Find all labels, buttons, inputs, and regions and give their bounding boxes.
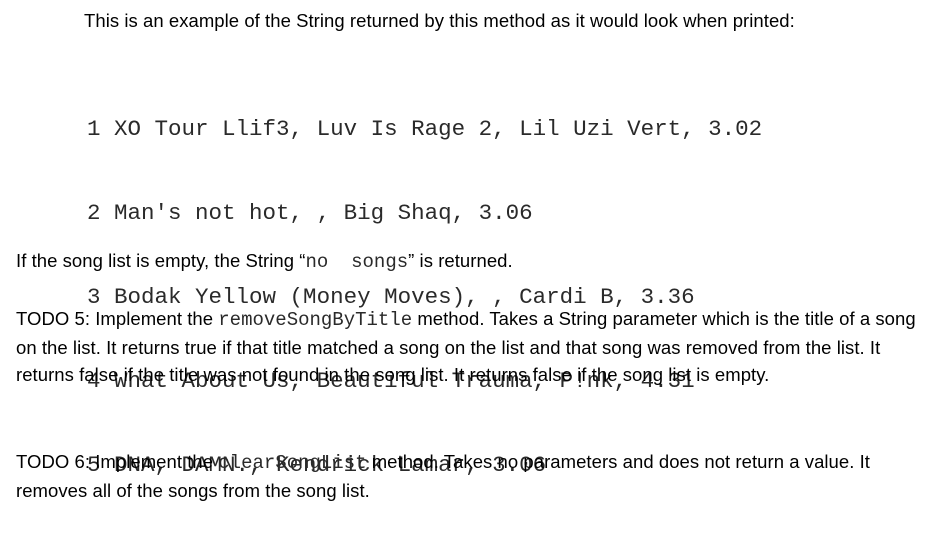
line-number: 1 <box>87 116 101 142</box>
inline-code-clear-song-list: clearSongList <box>218 452 367 474</box>
todo5-paragraph: TODO 5: Implement the removeSongByTitle … <box>16 305 922 388</box>
intro-paragraph: This is an example of the String returne… <box>84 7 884 34</box>
code-sample-line: 2 Man's not hot, , Big Shaq, 3.06 <box>87 199 762 227</box>
intro-text: This is an example of the String returne… <box>84 10 795 31</box>
document-page: This is an example of the String returne… <box>0 0 952 527</box>
todo5-text-before: TODO 5: Implement the <box>16 308 219 329</box>
empty-list-text-before: If the song list is empty, the String “ <box>16 250 306 271</box>
line-text: Man's not hot, , Big Shaq, 3.06 <box>114 200 533 226</box>
todo6-paragraph: TODO 6: Implement the clearSongList meth… <box>16 448 922 504</box>
todo6-text-before: TODO 6: Implement the <box>16 451 219 472</box>
inline-code-no-songs: no songs <box>305 251 409 273</box>
empty-list-text-after: ” is returned. <box>408 250 513 271</box>
line-text: XO Tour Llif3, Luv Is Rage 2, Lil Uzi Ve… <box>114 116 763 142</box>
line-number: 2 <box>87 200 101 226</box>
inline-code-remove-song-by-title: removeSongByTitle <box>218 309 413 331</box>
code-sample-line: 1 XO Tour Llif3, Luv Is Rage 2, Lil Uzi … <box>87 115 762 143</box>
empty-list-paragraph: If the song list is empty, the String “n… <box>16 247 916 276</box>
